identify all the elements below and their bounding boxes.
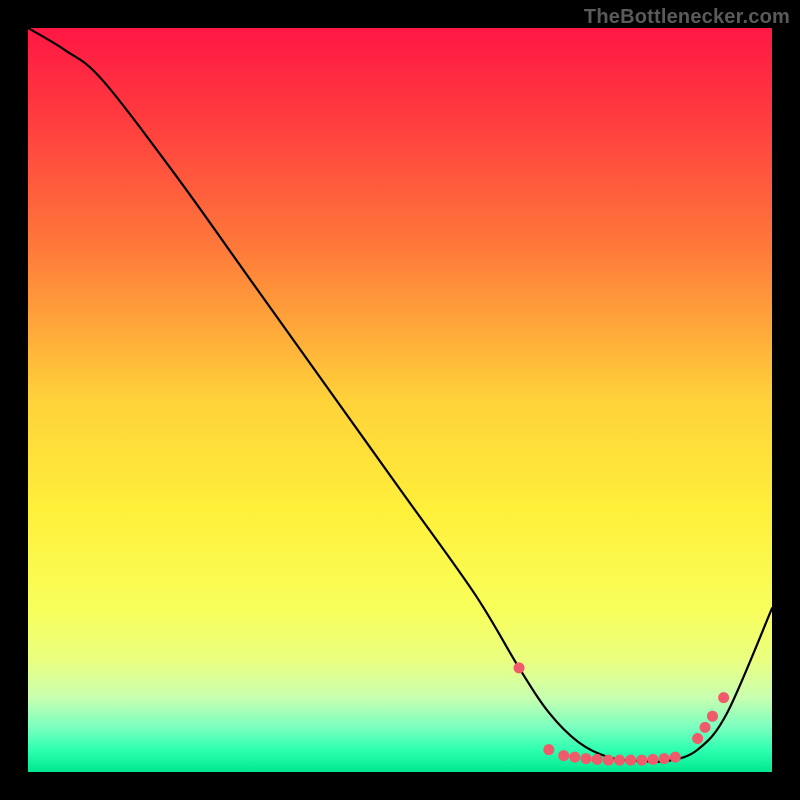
marker-point [670, 752, 681, 763]
chart-frame: TheBottlenecker.com [0, 0, 800, 800]
marker-point [514, 662, 525, 673]
marker-point [614, 755, 625, 766]
marker-point [692, 733, 703, 744]
plot-area [28, 28, 772, 772]
gradient-background [28, 28, 772, 772]
marker-point [625, 755, 636, 766]
marker-point [647, 754, 658, 765]
marker-point [700, 722, 711, 733]
marker-point [569, 752, 580, 763]
chart-svg [28, 28, 772, 772]
marker-point [581, 753, 592, 764]
marker-point [659, 753, 670, 764]
attribution-label: TheBottlenecker.com [584, 6, 790, 29]
marker-point [558, 750, 569, 761]
marker-point [707, 711, 718, 722]
marker-point [718, 692, 729, 703]
marker-point [543, 744, 554, 755]
marker-point [636, 755, 647, 766]
marker-point [592, 754, 603, 765]
marker-point [603, 755, 614, 766]
